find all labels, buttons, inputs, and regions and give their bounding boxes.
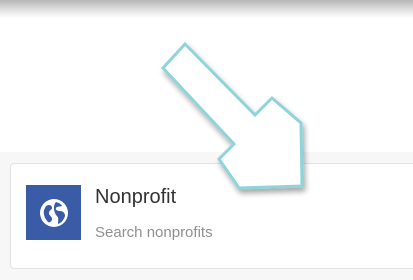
result-title: Nonprofit — [95, 186, 177, 208]
globe-icon — [39, 198, 68, 227]
nonprofit-result-card[interactable]: Nonprofit Search nonprofits — [10, 163, 413, 269]
result-subtitle: Search nonprofits — [95, 224, 213, 241]
nonprofit-icon-tile — [26, 185, 81, 240]
top-shadow — [0, 0, 413, 18]
